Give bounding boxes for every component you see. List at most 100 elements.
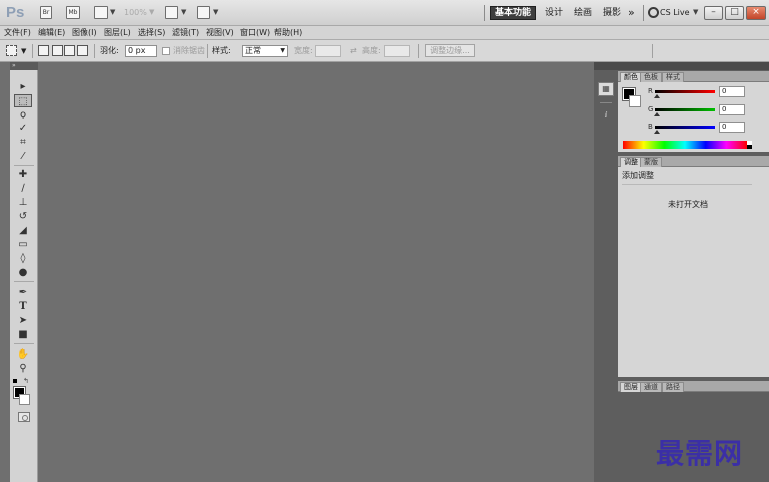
layers-panel-tabs: 图层 通道 路径 bbox=[618, 381, 769, 392]
application-bar: Ps Br Mb ▼ 100% ▼ ▼ ▼ 基本功能 设计 绘画 摄影 » CS… bbox=[0, 0, 769, 26]
dock-header[interactable] bbox=[594, 62, 618, 70]
red-input[interactable]: 0 bbox=[719, 86, 745, 97]
green-input[interactable]: 0 bbox=[719, 104, 745, 115]
tab-masks[interactable]: 蒙版 bbox=[640, 157, 662, 167]
move-tool-icon[interactable]: ▸ bbox=[14, 80, 32, 93]
cslive-icon[interactable] bbox=[648, 7, 659, 18]
marquee-tool-icon[interactable]: ⬚ bbox=[14, 94, 32, 107]
blue-input[interactable]: 0 bbox=[719, 122, 745, 133]
style-select[interactable]: 正常 ▼ bbox=[242, 45, 288, 57]
intersect-selection-icon[interactable] bbox=[77, 45, 88, 56]
menu-view[interactable]: 视图(V) bbox=[206, 27, 234, 39]
workspace-design-button[interactable]: 设计 bbox=[545, 6, 563, 20]
default-colors-icon[interactable] bbox=[13, 379, 17, 383]
tab-layers[interactable]: 图层 bbox=[620, 382, 642, 392]
menu-file[interactable]: 文件(F) bbox=[4, 27, 31, 39]
quick-mask-icon[interactable] bbox=[18, 412, 30, 422]
eraser-tool-icon[interactable]: ◢ bbox=[14, 224, 32, 237]
menu-edit[interactable]: 编辑(E) bbox=[38, 27, 65, 39]
stamp-tool-icon[interactable]: ⊥ bbox=[14, 196, 32, 209]
menu-select[interactable]: 选择(S) bbox=[138, 27, 165, 39]
histogram-icon[interactable]: ▦ bbox=[598, 82, 614, 96]
zoom-level[interactable]: 100% bbox=[124, 8, 147, 17]
cslive-button[interactable]: CS Live bbox=[660, 6, 690, 20]
width-input[interactable] bbox=[315, 45, 341, 57]
history-brush-tool-icon[interactable]: ↺ bbox=[14, 210, 32, 223]
more-workspaces-button[interactable]: » bbox=[628, 6, 635, 20]
menu-window[interactable]: 窗口(W) bbox=[240, 27, 270, 39]
gradient-tool-icon[interactable]: ▭ bbox=[14, 238, 32, 251]
eyedropper-tool-icon[interactable]: ⁄ bbox=[14, 150, 32, 163]
tab-color[interactable]: 颜色 bbox=[620, 72, 642, 82]
tab-styles[interactable]: 样式 bbox=[662, 72, 684, 82]
arrange-icon[interactable] bbox=[165, 6, 178, 19]
minibridge-icon[interactable]: Mb bbox=[66, 6, 80, 19]
info-icon[interactable]: ⅈ bbox=[598, 108, 614, 122]
tools-panel-header[interactable]: » bbox=[10, 62, 38, 70]
close-button[interactable]: × bbox=[746, 6, 766, 20]
menu-filter[interactable]: 滤镜(T) bbox=[172, 27, 199, 39]
blue-slider-handle[interactable] bbox=[654, 130, 660, 134]
divider bbox=[207, 44, 208, 58]
color-spectrum[interactable] bbox=[623, 141, 747, 149]
refine-edge-button[interactable]: 调整边缘... bbox=[425, 44, 475, 57]
green-slider[interactable] bbox=[655, 108, 715, 111]
red-slider[interactable] bbox=[655, 90, 715, 93]
antialias-checkbox[interactable] bbox=[162, 47, 170, 55]
new-selection-icon[interactable] bbox=[38, 45, 49, 56]
chevron-down-icon[interactable]: ▼ bbox=[21, 45, 26, 57]
workspace-painting-button[interactable]: 绘画 bbox=[574, 6, 592, 20]
chevron-down-icon[interactable]: ▼ bbox=[181, 8, 186, 16]
quick-select-tool-icon[interactable]: ✓ bbox=[14, 122, 32, 135]
divider bbox=[643, 5, 644, 21]
swap-colors-icon[interactable]: ↰ bbox=[23, 377, 29, 385]
chevron-down-icon[interactable]: ▼ bbox=[110, 8, 115, 16]
menu-image[interactable]: 图像(I) bbox=[72, 27, 97, 39]
chevron-down-icon[interactable]: ▼ bbox=[213, 8, 218, 16]
hand-tool-icon[interactable]: ✋ bbox=[14, 348, 32, 361]
divider bbox=[94, 44, 95, 58]
divider bbox=[14, 165, 34, 166]
tab-channels[interactable]: 通道 bbox=[640, 382, 662, 392]
screen-mode-icon[interactable] bbox=[94, 6, 108, 19]
healing-tool-icon[interactable]: ✚ bbox=[14, 168, 32, 181]
panel-dock-header[interactable] bbox=[618, 62, 769, 70]
path-select-tool-icon[interactable]: ➤ bbox=[14, 314, 32, 327]
swap-dimensions-icon[interactable]: ⇄ bbox=[350, 45, 357, 57]
lasso-tool-icon[interactable]: ϙ bbox=[14, 108, 32, 121]
crop-tool-icon[interactable]: ⌗ bbox=[14, 136, 32, 149]
workspace-essentials-button[interactable]: 基本功能 bbox=[490, 6, 536, 20]
shape-tool-icon[interactable]: ■ bbox=[14, 328, 32, 341]
add-selection-icon[interactable] bbox=[52, 45, 63, 56]
tab-adjustments[interactable]: 调整 bbox=[620, 157, 642, 167]
pen-tool-icon[interactable]: ✒ bbox=[14, 286, 32, 299]
zoom-tool-icon[interactable]: ⚲ bbox=[14, 362, 32, 375]
dodge-tool-icon[interactable]: ● bbox=[14, 266, 32, 279]
document-canvas-area[interactable] bbox=[39, 62, 594, 482]
marquee-tool-icon[interactable] bbox=[6, 45, 17, 56]
workspace-photography-button[interactable]: 摄影 bbox=[603, 6, 621, 20]
subtract-selection-icon[interactable] bbox=[64, 45, 75, 56]
chevron-down-icon: ▼ bbox=[280, 47, 285, 54]
green-slider-handle[interactable] bbox=[654, 112, 660, 116]
feather-input[interactable]: 0 px bbox=[125, 45, 157, 57]
minimize-button[interactable]: – bbox=[704, 6, 723, 20]
background-color-swatch[interactable] bbox=[19, 394, 30, 405]
maximize-button[interactable]: □ bbox=[725, 6, 744, 20]
tab-paths[interactable]: 路径 bbox=[662, 382, 684, 392]
menu-layer[interactable]: 图层(L) bbox=[104, 27, 131, 39]
spectrum-black[interactable] bbox=[747, 145, 752, 149]
brush-tool-icon[interactable]: ∕ bbox=[14, 182, 32, 195]
height-input[interactable] bbox=[384, 45, 410, 57]
blue-slider[interactable] bbox=[655, 126, 715, 129]
blur-tool-icon[interactable]: ◊ bbox=[14, 252, 32, 265]
chevron-down-icon[interactable]: ▼ bbox=[149, 8, 154, 16]
type-tool-icon[interactable]: T bbox=[14, 300, 32, 313]
tab-swatches[interactable]: 色板 bbox=[640, 72, 662, 82]
bridge-icon[interactable]: Br bbox=[40, 6, 52, 19]
color-background-swatch[interactable] bbox=[629, 95, 641, 107]
chevron-down-icon[interactable]: ▼ bbox=[693, 8, 698, 16]
extras-icon[interactable] bbox=[197, 6, 210, 19]
red-slider-handle[interactable] bbox=[654, 94, 660, 98]
menu-help[interactable]: 帮助(H) bbox=[274, 27, 302, 39]
